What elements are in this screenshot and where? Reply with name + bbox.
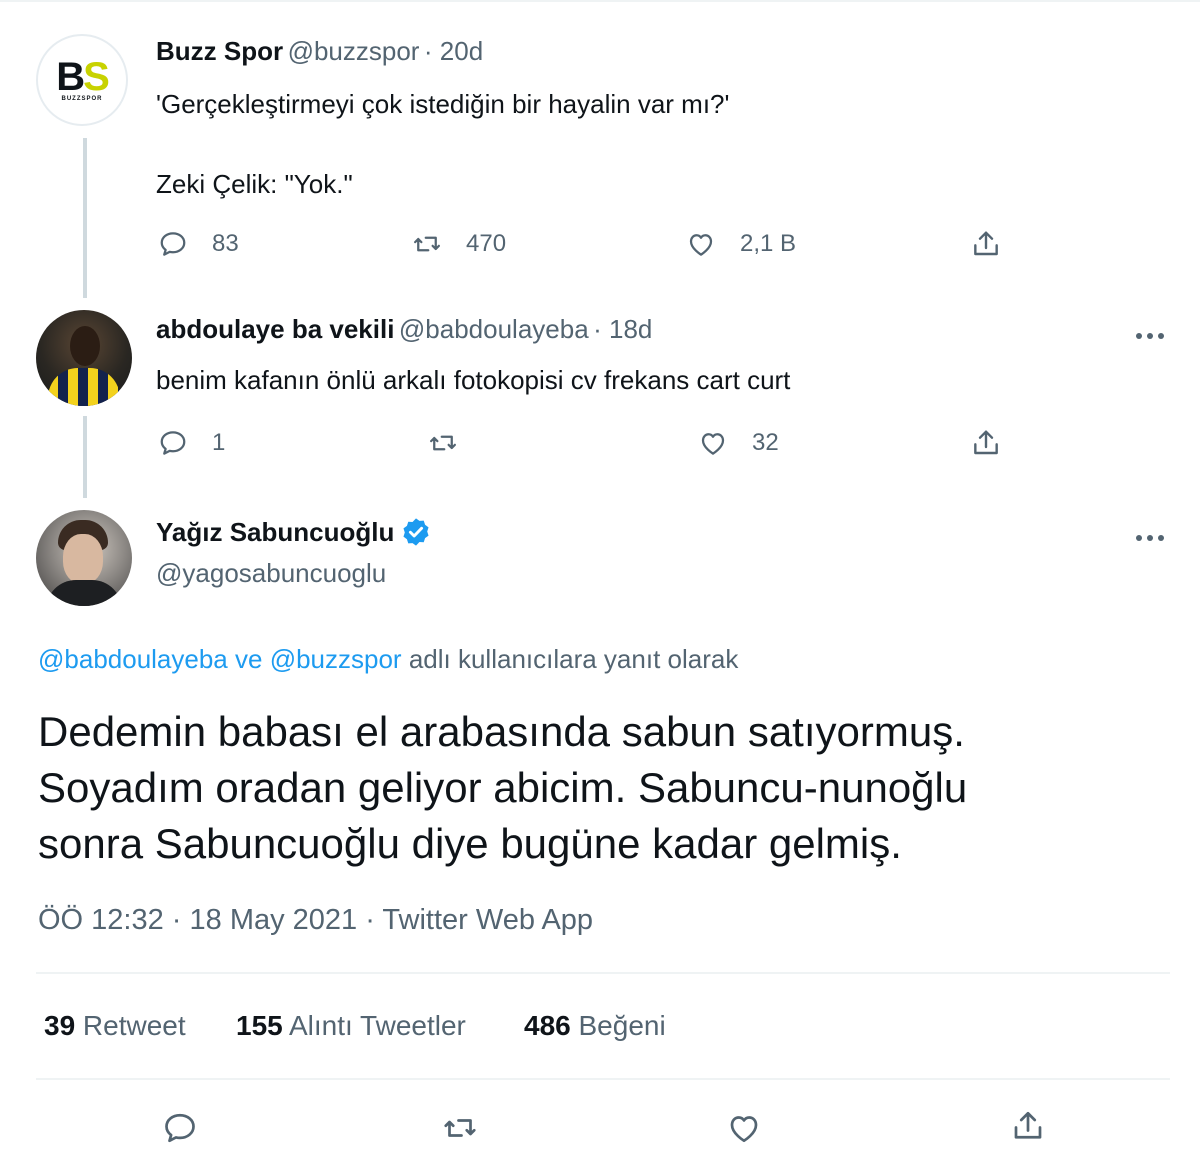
- yagiz-avatar[interactable]: [36, 510, 132, 606]
- buzzspor-logo-subtext: BUZZSPOR: [61, 96, 103, 102]
- tweet1-text-line2: Zeki Çelik: "Yok.": [156, 169, 353, 199]
- reply-context: @babdoulayeba ve @buzzspor adlı kullanıc…: [38, 643, 738, 675]
- like-button[interactable]: 2,1 B: [686, 229, 796, 259]
- share-button[interactable]: [970, 427, 1026, 459]
- author-handle[interactable]: @babdoulayeba: [399, 314, 589, 344]
- like-icon: [701, 433, 725, 455]
- like-count: 32: [752, 429, 779, 456]
- reply-icon: [160, 232, 186, 256]
- abdoulaye-avatar[interactable]: [36, 310, 132, 406]
- main-author-row: Yağız Sabuncuoğlu: [156, 516, 432, 548]
- buzzspor-logo: BS: [56, 55, 110, 99]
- tweet-time[interactable]: · 20d: [424, 36, 483, 66]
- retweet-icon: [444, 1119, 476, 1137]
- mention-link[interactable]: @buzzspor: [270, 644, 402, 674]
- reply-button[interactable]: 83: [158, 229, 239, 259]
- tweet2-header: abdoulaye ba vekili @babdoulayeba · 18d: [156, 314, 652, 345]
- reply-context-suffix: adlı kullanıcılara yanıt olarak: [401, 644, 739, 674]
- top-border: [0, 0, 1200, 2]
- retweet-stat-label: Retweet: [75, 1010, 186, 1041]
- reply-count: 83: [212, 230, 239, 257]
- reply-icon: [165, 1113, 195, 1143]
- share-button[interactable]: [1010, 1108, 1070, 1144]
- share-icon: [974, 430, 998, 455]
- retweet-count: 470: [466, 230, 507, 257]
- author-name[interactable]: Buzz Spor: [156, 36, 283, 66]
- more-options-button[interactable]: [1136, 528, 1170, 541]
- author-handle[interactable]: @yagosabuncuoglu: [156, 558, 386, 589]
- tweet1-text-line1: 'Gerçekleştirmeyi çok istediğin bir haya…: [156, 89, 730, 119]
- retweet-button[interactable]: 470: [412, 229, 506, 259]
- like-count: 2,1 B: [740, 230, 797, 257]
- verified-badge-icon: [403, 518, 429, 546]
- like-icon: [689, 234, 713, 256]
- thread-line: [83, 416, 87, 498]
- retweet-icon: [414, 236, 440, 252]
- divider: [36, 972, 1170, 974]
- reply-count: 1: [212, 429, 226, 456]
- quote-stat-count: 155: [236, 1010, 283, 1041]
- like-stat-count: 486: [524, 1010, 571, 1041]
- divider: [36, 1078, 1170, 1080]
- like-button[interactable]: [726, 1110, 786, 1146]
- reply-button[interactable]: 1: [158, 428, 225, 458]
- tweet-timestamp[interactable]: ÖÖ 12:32 · 18 May 2021 · Twitter Web App: [38, 904, 593, 937]
- tweet-time[interactable]: · 18d: [593, 314, 652, 344]
- share-icon: [974, 231, 998, 256]
- tweet2-text: benim kafanın önlü arkalı fotokopisi cv …: [156, 365, 791, 395]
- retweet-button[interactable]: [442, 1110, 502, 1146]
- reply-separator: ve: [227, 644, 270, 674]
- author-name[interactable]: Yağız Sabuncuoğlu: [156, 517, 394, 548]
- retweet-stat-count: 39: [44, 1010, 76, 1041]
- like-icon: [730, 1116, 758, 1143]
- more-icon: [1136, 535, 1142, 541]
- more-options-button[interactable]: [1136, 326, 1170, 339]
- author-handle[interactable]: @buzzspor: [288, 36, 420, 66]
- retweet-icon: [430, 435, 456, 451]
- reply-icon: [160, 431, 186, 455]
- more-icon: [1136, 333, 1142, 339]
- main-tweet-line2: Soyadım oradan geliyor abicim. Sabuncu-n…: [38, 764, 968, 811]
- thread-line: [83, 138, 87, 298]
- share-icon: [1014, 1111, 1042, 1139]
- like-button[interactable]: 32: [698, 428, 779, 458]
- tweet1-header: Buzz Spor @buzzspor · 20d: [156, 36, 483, 67]
- like-stat[interactable]: 486 Beğeni: [524, 1010, 666, 1042]
- share-button[interactable]: [970, 228, 1026, 260]
- mention-link[interactable]: @babdoulayeba: [38, 644, 228, 674]
- reply-button[interactable]: [162, 1110, 222, 1146]
- buzzspor-avatar[interactable]: BS BUZZSPOR: [36, 34, 128, 126]
- quote-stat-label: Alıntı Tweetler: [282, 1010, 466, 1041]
- main-tweet-line1: Dedemin babası el arabasında sabun satıy…: [38, 708, 965, 755]
- quote-stat[interactable]: 155 Alıntı Tweetler: [236, 1010, 466, 1042]
- author-name[interactable]: abdoulaye ba vekili: [156, 314, 394, 344]
- like-stat-label: Beğeni: [570, 1010, 666, 1041]
- retweet-stat[interactable]: 39 Retweet: [44, 1010, 186, 1042]
- main-tweet-line3: sonra Sabuncuoğlu diye bugüne kadar gelm…: [38, 820, 902, 867]
- retweet-button[interactable]: [428, 428, 482, 458]
